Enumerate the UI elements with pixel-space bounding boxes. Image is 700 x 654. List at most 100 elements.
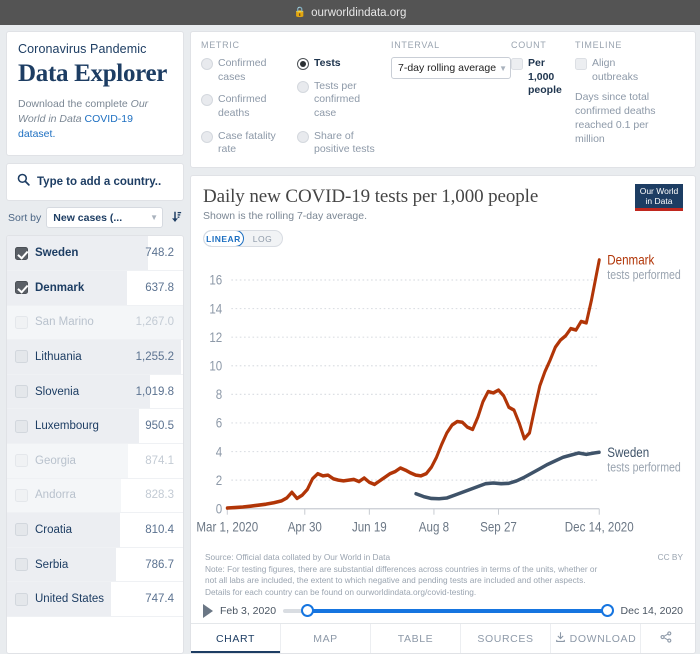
- country-checkbox[interactable]: [15, 419, 28, 433]
- country-checkbox[interactable]: [15, 523, 28, 537]
- country-row[interactable]: Serbia 786.7: [7, 547, 183, 583]
- metric-group: METRIC Confirmed cases Confirmed deaths Ca…: [201, 40, 391, 157]
- country-list[interactable]: Sweden 748.2 Denmark 637.8 San Marino 1,267.0…: [6, 235, 184, 654]
- y-axis-tick-label: 8: [216, 387, 222, 402]
- country-name: San Marino: [35, 316, 94, 329]
- interval-select[interactable]: 7-day rolling average ▼: [391, 57, 511, 79]
- metric-option[interactable]: Share of positive tests: [297, 130, 385, 157]
- chart-header: Daily new COVID-19 tests per 1,000 peopl…: [191, 176, 695, 222]
- left-sidebar: Coronavirus Pandemic Data Explorer Downl…: [6, 31, 184, 654]
- timeline-option-label: Align outbreaks: [592, 57, 639, 83]
- tab-chart[interactable]: CHART: [191, 624, 281, 653]
- country-row[interactable]: Slovenia 1,019.8: [7, 374, 183, 410]
- country-row[interactable]: Lithuania 1,255.2: [7, 340, 183, 375]
- metric-option-label: Tests per confirmed case: [314, 79, 361, 119]
- country-row[interactable]: Croatia 810.4: [7, 513, 183, 548]
- country-row[interactable]: Denmark 637.8: [7, 271, 183, 306]
- country-row[interactable]: Andorra 828.3: [7, 478, 183, 514]
- timeline-group-label: TIMELINE: [575, 40, 623, 50]
- country-value: 950.5: [145, 420, 174, 433]
- country-value: 874.1: [145, 454, 174, 467]
- brand-subtitle: Coronavirus Pandemic: [18, 42, 147, 56]
- tab-map[interactable]: MAP: [281, 624, 371, 653]
- chart-tabs[interactable]: CHART MAP TABLE SOURCES DOWNLOAD: [191, 623, 695, 653]
- scale-log-button[interactable]: LOG: [243, 231, 282, 246]
- sort-descending-icon[interactable]: [168, 210, 182, 226]
- tab-label: MAP: [313, 632, 338, 645]
- country-name: Slovenia: [35, 385, 80, 398]
- country-checkbox[interactable]: [15, 350, 28, 364]
- count-group: COUNT Per 1,000 people: [511, 40, 575, 157]
- tab-download[interactable]: DOWNLOAD: [551, 624, 641, 653]
- page-title: Data Explorer: [18, 60, 168, 87]
- country-checkbox[interactable]: [15, 246, 28, 260]
- play-icon[interactable]: [203, 604, 213, 618]
- count-group-label: COUNT: [511, 40, 547, 50]
- browser-address-bar[interactable]: 🔒 ourworldindata.org: [0, 0, 700, 25]
- timeline-slider[interactable]: Feb 3, 2020 Dec 14, 2020: [191, 602, 695, 623]
- country-row[interactable]: San Marino 1,267.0: [7, 305, 183, 341]
- country-checkbox[interactable]: [15, 315, 28, 329]
- country-checkbox[interactable]: [15, 385, 28, 399]
- country-checkbox[interactable]: [15, 558, 28, 572]
- owid-logo[interactable]: Our World in Data: [635, 184, 683, 212]
- radio-icon: [297, 130, 309, 143]
- country-name: Lithuania: [35, 350, 82, 363]
- x-axis-tick-label: Sep 27: [480, 520, 517, 535]
- series-line[interactable]: [225, 258, 601, 510]
- country-value: 748.2: [145, 247, 174, 260]
- country-value: 637.8: [145, 281, 174, 294]
- country-value: 810.4: [145, 523, 174, 536]
- country-checkbox[interactable]: [15, 488, 28, 502]
- country-search-card[interactable]: [6, 163, 184, 202]
- country-name: Luxembourg: [35, 420, 99, 433]
- radio-icon: [201, 130, 213, 143]
- scale-linear-button[interactable]: LINEAR: [204, 231, 244, 246]
- timeline-handle-end[interactable]: [600, 604, 614, 617]
- y-axis-tick-label: 2: [216, 473, 222, 488]
- timeline-option-align-outbreaks[interactable]: Align outbreaks: [575, 57, 663, 84]
- count-option-label: Per 1,000 people: [528, 57, 562, 97]
- timeline-track[interactable]: [283, 604, 614, 617]
- country-checkbox[interactable]: [15, 592, 28, 606]
- tab-table[interactable]: TABLE: [371, 624, 461, 653]
- brand-card: Coronavirus Pandemic Data Explorer Downl…: [6, 31, 184, 157]
- sort-select[interactable]: New cases (... ▼: [46, 207, 163, 229]
- country-row[interactable]: Georgia 874.1: [7, 443, 183, 479]
- y-axis-tick-label: 12: [209, 330, 222, 345]
- metric-option[interactable]: Confirmed cases: [201, 57, 289, 84]
- country-checkbox[interactable]: [15, 281, 28, 295]
- chart-plot-area[interactable]: 0 2 4 6 8 10 12 14 16 Mar 1, 2020 Apr 30 Jun 19 Aug …: [191, 249, 695, 549]
- search-icon: [17, 173, 30, 191]
- country-row[interactable]: United States 747.4: [7, 582, 183, 617]
- metric-option-label: Confirmed deaths: [218, 93, 267, 119]
- metric-option[interactable]: Confirmed deaths: [201, 93, 289, 120]
- timeline-start-date: Feb 3, 2020: [220, 605, 277, 617]
- metric-option[interactable]: Tests: [297, 57, 385, 71]
- chart-source: Source: Official data collated by Our Wo…: [205, 552, 391, 563]
- y-axis-tick-label: 10: [209, 359, 222, 374]
- metric-group-label: METRIC: [201, 40, 240, 50]
- metric-option-label: Share of positive tests: [314, 129, 375, 156]
- country-value: 828.3: [145, 489, 174, 502]
- tab-share[interactable]: [641, 624, 695, 653]
- country-value: 786.7: [145, 558, 174, 571]
- country-row[interactable]: Luxembourg 950.5: [7, 409, 183, 444]
- count-option-per-1000[interactable]: Per 1,000 people: [511, 57, 573, 98]
- metric-option[interactable]: Case fatality rate: [201, 130, 289, 157]
- timeline-fill: [306, 609, 611, 613]
- page-body: Coronavirus Pandemic Data Explorer Downl…: [0, 25, 700, 654]
- country-checkbox[interactable]: [15, 454, 28, 468]
- tab-sources[interactable]: SOURCES: [461, 624, 551, 653]
- scale-toggle[interactable]: LINEAR LOG: [203, 230, 283, 247]
- series-line[interactable]: [414, 450, 601, 501]
- chevron-down-icon: ▼: [150, 213, 158, 223]
- chart-note-line-3: Details for each country can be found on…: [205, 586, 477, 597]
- tab-label: SOURCES: [477, 632, 534, 645]
- country-row[interactable]: Sweden 748.2: [7, 236, 183, 271]
- timeline-handle-start[interactable]: [301, 604, 315, 617]
- browser-url: ourworldindata.org: [311, 6, 407, 19]
- metric-option[interactable]: Tests per confirmed case: [297, 80, 385, 121]
- main-content: METRIC Confirmed cases Confirmed deaths Ca…: [190, 31, 696, 654]
- search-input[interactable]: [37, 176, 173, 189]
